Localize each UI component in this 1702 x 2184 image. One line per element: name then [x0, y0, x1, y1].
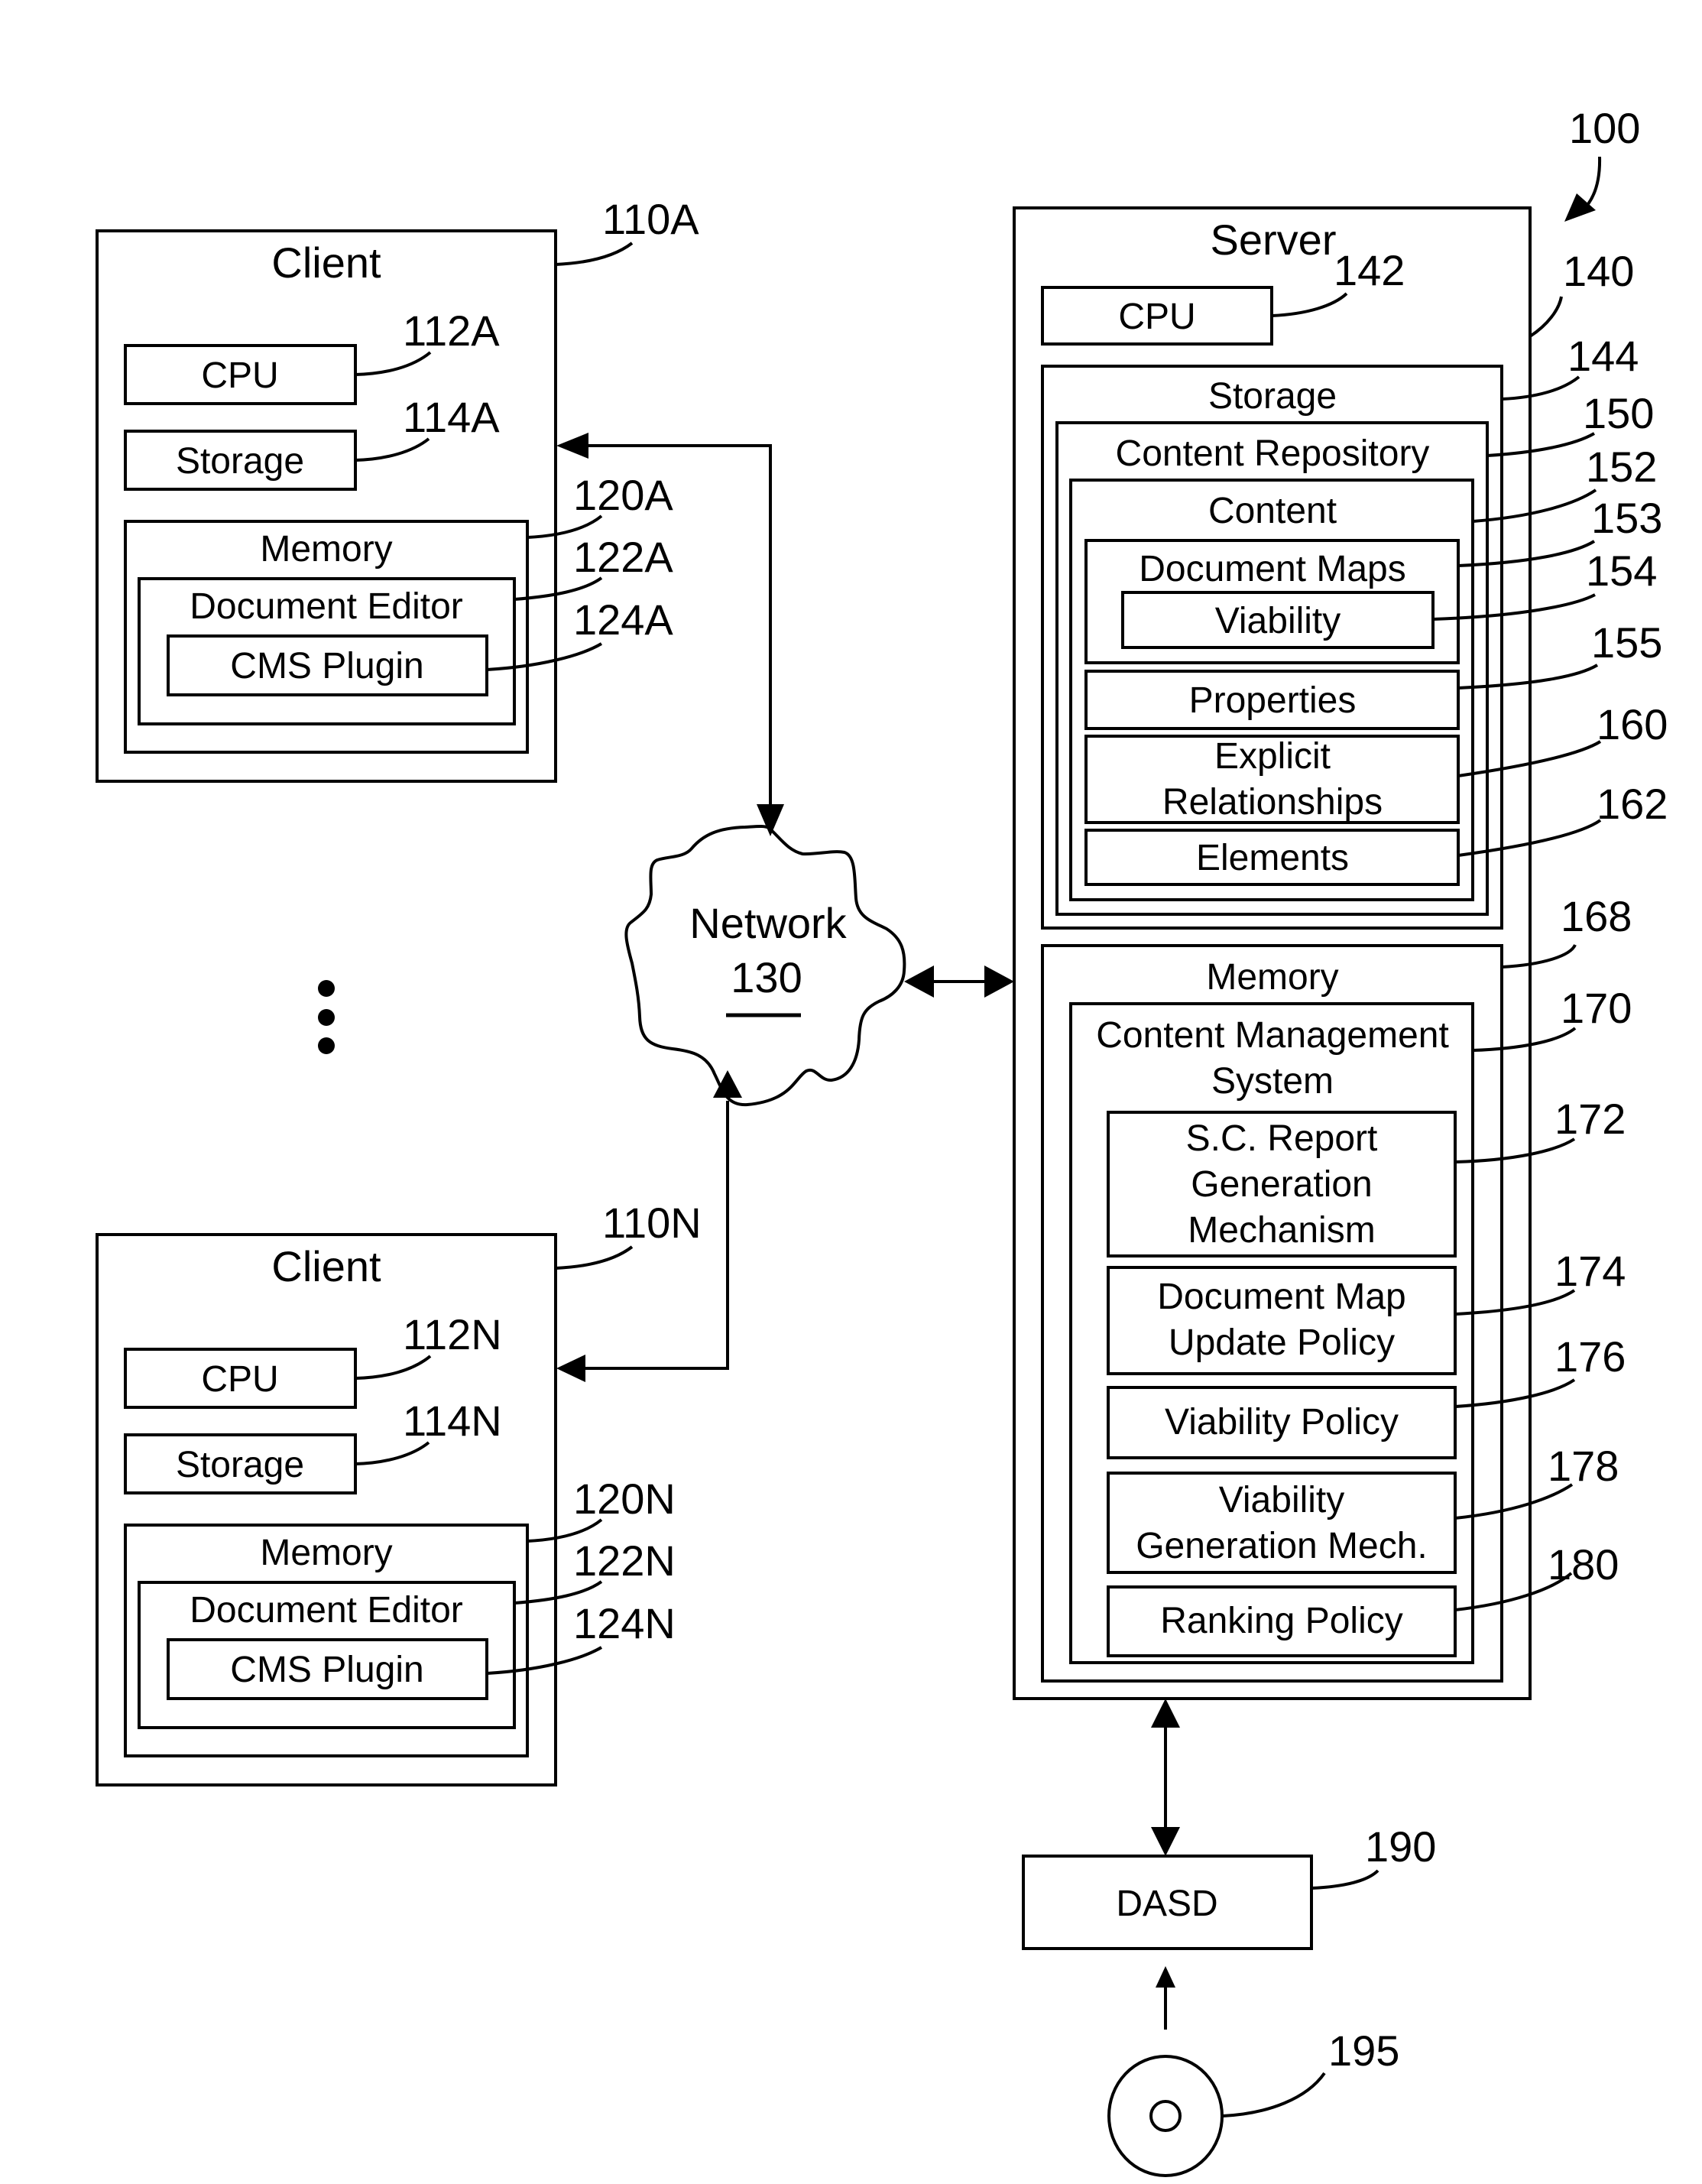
explicit-relationships-label-line2: Relationships	[1162, 782, 1383, 823]
ref-label-178: 178	[1548, 1442, 1619, 1490]
content-label: Content	[1208, 491, 1337, 531]
arrowhead-network-side	[904, 965, 934, 998]
arrowhead-client-bottom	[556, 1355, 585, 1382]
ellipsis-dot	[318, 1009, 335, 1026]
network[interactable]: Network 130	[624, 825, 906, 1107]
doc-map-update-policy-line2: Update Policy	[1169, 1322, 1395, 1363]
storage-media[interactable]: 195	[1107, 2027, 1399, 2177]
sc-report-label-line3: Mechanism	[1188, 1210, 1375, 1251]
client-title: Client	[271, 1242, 381, 1290]
dasd[interactable]: DASD 190	[1022, 1822, 1436, 1950]
ref-label-114N: 114N	[403, 1397, 502, 1445]
cms-label-line2: System	[1211, 1061, 1334, 1102]
cms-plugin-label: CMS Plugin	[230, 1650, 423, 1690]
doc-map-update-policy-line1: Document Map	[1157, 1277, 1405, 1317]
arrowhead-server-side	[984, 965, 1014, 998]
client-storage-label: Storage	[176, 1445, 304, 1485]
cms-plugin-label: CMS Plugin	[230, 646, 423, 686]
ref-label-110N: 110N	[602, 1199, 702, 1247]
arrowhead-dasd-bottom	[1156, 1966, 1175, 1988]
ref-label-155: 155	[1591, 618, 1662, 667]
ref-label-120A: 120A	[573, 471, 673, 519]
client-cpu-label: CPU	[201, 1359, 278, 1400]
document-editor-label: Document Editor	[190, 586, 463, 627]
viability-policy-label: Viability Policy	[1165, 1402, 1399, 1442]
ref-label-120N: 120N	[573, 1475, 676, 1523]
leader-190	[1311, 1869, 1379, 1890]
network-ref: 130	[731, 953, 802, 1001]
ref-label-162: 162	[1597, 780, 1668, 828]
server-cpu-label: CPU	[1118, 297, 1195, 337]
ref-label-112A: 112A	[403, 307, 500, 355]
elements-label: Elements	[1196, 838, 1349, 878]
ranking-policy-label: Ranking Policy	[1160, 1601, 1402, 1641]
server-memory-label: Memory	[1206, 957, 1338, 998]
client-storage-label: Storage	[176, 441, 304, 482]
leader-195	[1222, 2072, 1326, 2117]
ref-label-176: 176	[1554, 1332, 1626, 1381]
client-bottom[interactable]: Client CPU Storage Memory Document Edito…	[96, 1199, 702, 1786]
ellipsis-dot	[318, 980, 335, 997]
client-memory-label: Memory	[260, 1533, 392, 1573]
ref-label-114A: 114A	[403, 393, 500, 441]
ref-label-168: 168	[1561, 892, 1632, 940]
leader-140	[1529, 296, 1563, 338]
client-top[interactable]: Client CPU Storage Memory Document Edito…	[96, 195, 699, 783]
ref-label-150: 150	[1583, 389, 1654, 437]
ref-label-170: 170	[1561, 984, 1632, 1032]
document-maps-label: Document Maps	[1139, 549, 1405, 589]
leader-110A	[555, 242, 634, 266]
ref-label-152: 152	[1586, 443, 1657, 491]
arrowhead-client-top	[556, 433, 588, 459]
content-repository-label: Content Repository	[1116, 433, 1430, 474]
sc-report-label-line1: S.C. Report	[1186, 1118, 1378, 1159]
more-clients-ellipsis-icon	[318, 980, 335, 1054]
ref-label-122N: 122N	[573, 1537, 676, 1585]
properties-label: Properties	[1189, 680, 1357, 721]
ref-label-190: 190	[1365, 1822, 1436, 1871]
viability-generation-line2: Generation Mech.	[1136, 1526, 1428, 1566]
ref-label-110A: 110A	[602, 195, 699, 243]
ref-label-112N: 112N	[403, 1310, 502, 1358]
ref-label-153: 153	[1591, 494, 1662, 542]
ref-label-140: 140	[1563, 247, 1634, 295]
client-cpu-label: CPU	[201, 355, 278, 396]
server-storage-label: Storage	[1208, 376, 1337, 417]
client-title: Client	[271, 239, 381, 287]
viability-label: Viability	[1215, 601, 1341, 641]
client-memory-label: Memory	[260, 529, 392, 570]
disc-hole	[1149, 2100, 1182, 2132]
ref-label-154: 154	[1586, 547, 1657, 595]
explicit-relationships-label-line1: Explicit	[1214, 736, 1331, 777]
ref-label-144: 144	[1567, 332, 1639, 380]
leader-110N	[555, 1245, 634, 1270]
arrowhead-server-bottom	[1151, 1699, 1180, 1728]
ref-label-100: 100	[1569, 104, 1640, 152]
ref-label-174: 174	[1554, 1247, 1626, 1295]
ref-label-122A: 122A	[573, 533, 673, 581]
document-editor-label: Document Editor	[190, 1590, 463, 1631]
ellipsis-dot	[318, 1037, 335, 1054]
ref-label-142: 142	[1334, 246, 1405, 294]
viability-generation-line1: Viability	[1219, 1480, 1345, 1520]
dasd-label: DASD	[1116, 1884, 1217, 1924]
server-title: Server	[1211, 216, 1337, 264]
system-diagram: 100 Client CPU Storage Memory Document E…	[96, 104, 1668, 2177]
arrowhead-dasd-top	[1151, 1827, 1180, 1856]
system-reference: 100	[1564, 104, 1640, 222]
cms-label-line1: Content Management	[1096, 1015, 1449, 1056]
ref-label-124N: 124N	[573, 1599, 676, 1647]
server[interactable]: Server CPU Storage Content Repository Co…	[1013, 206, 1532, 1700]
sc-report-label-line2: Generation	[1191, 1164, 1373, 1205]
ref-label-195: 195	[1328, 2027, 1399, 2075]
ref-label-172: 172	[1554, 1095, 1626, 1143]
ref-label-160: 160	[1597, 700, 1668, 748]
ref-label-124A: 124A	[573, 595, 673, 644]
network-label: Network	[689, 899, 847, 947]
